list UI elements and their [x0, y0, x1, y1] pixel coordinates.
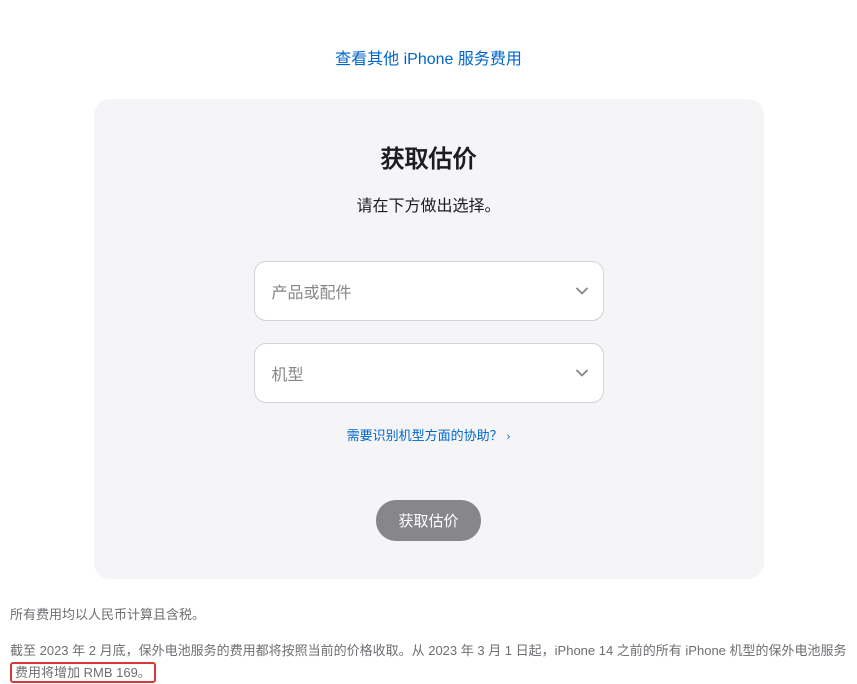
- model-select-placeholder: 机型: [272, 361, 304, 385]
- help-identify-link[interactable]: 需要识别机型方面的协助？ ›: [347, 428, 511, 443]
- estimate-card: 获取估价 请在下方做出选择。 产品或配件 机型 需要识别机型方面的协助？ › 获取…: [94, 99, 764, 579]
- highlight-box: 费用将增加 RMB 169。: [10, 662, 156, 683]
- get-estimate-button[interactable]: 获取估价: [376, 500, 480, 541]
- other-services-link[interactable]: 查看其他 iPhone 服务费用: [335, 51, 522, 68]
- help-link-container: 需要识别机型方面的协助？ ›: [144, 425, 714, 445]
- model-select-wrap: 机型: [254, 343, 604, 403]
- top-link-container: 查看其他 iPhone 服务费用: [10, 0, 847, 99]
- card-subtitle: 请在下方做出选择。: [144, 192, 714, 216]
- product-select-wrap: 产品或配件: [254, 261, 604, 321]
- product-select[interactable]: 产品或配件: [254, 261, 604, 321]
- model-select[interactable]: 机型: [254, 343, 604, 403]
- footer-line2: 截至 2023 年 2 月底，保外电池服务的费用都将按照当前的价格收取。从 20…: [10, 640, 847, 684]
- chevron-right-icon: ›: [507, 431, 511, 443]
- footer-line2-part1: 截至 2023 年 2 月底，保外电池服务的费用都将按照当前的价格收取。从 20…: [10, 643, 847, 658]
- product-select-placeholder: 产品或配件: [272, 279, 352, 303]
- footer-line1: 所有费用均以人民币计算且含税。: [10, 604, 847, 626]
- help-link-label: 需要识别机型方面的协助？: [347, 428, 503, 443]
- footer-text: 所有费用均以人民币计算且含税。 截至 2023 年 2 月底，保外电池服务的费用…: [10, 604, 847, 684]
- card-title: 获取估价: [144, 139, 714, 174]
